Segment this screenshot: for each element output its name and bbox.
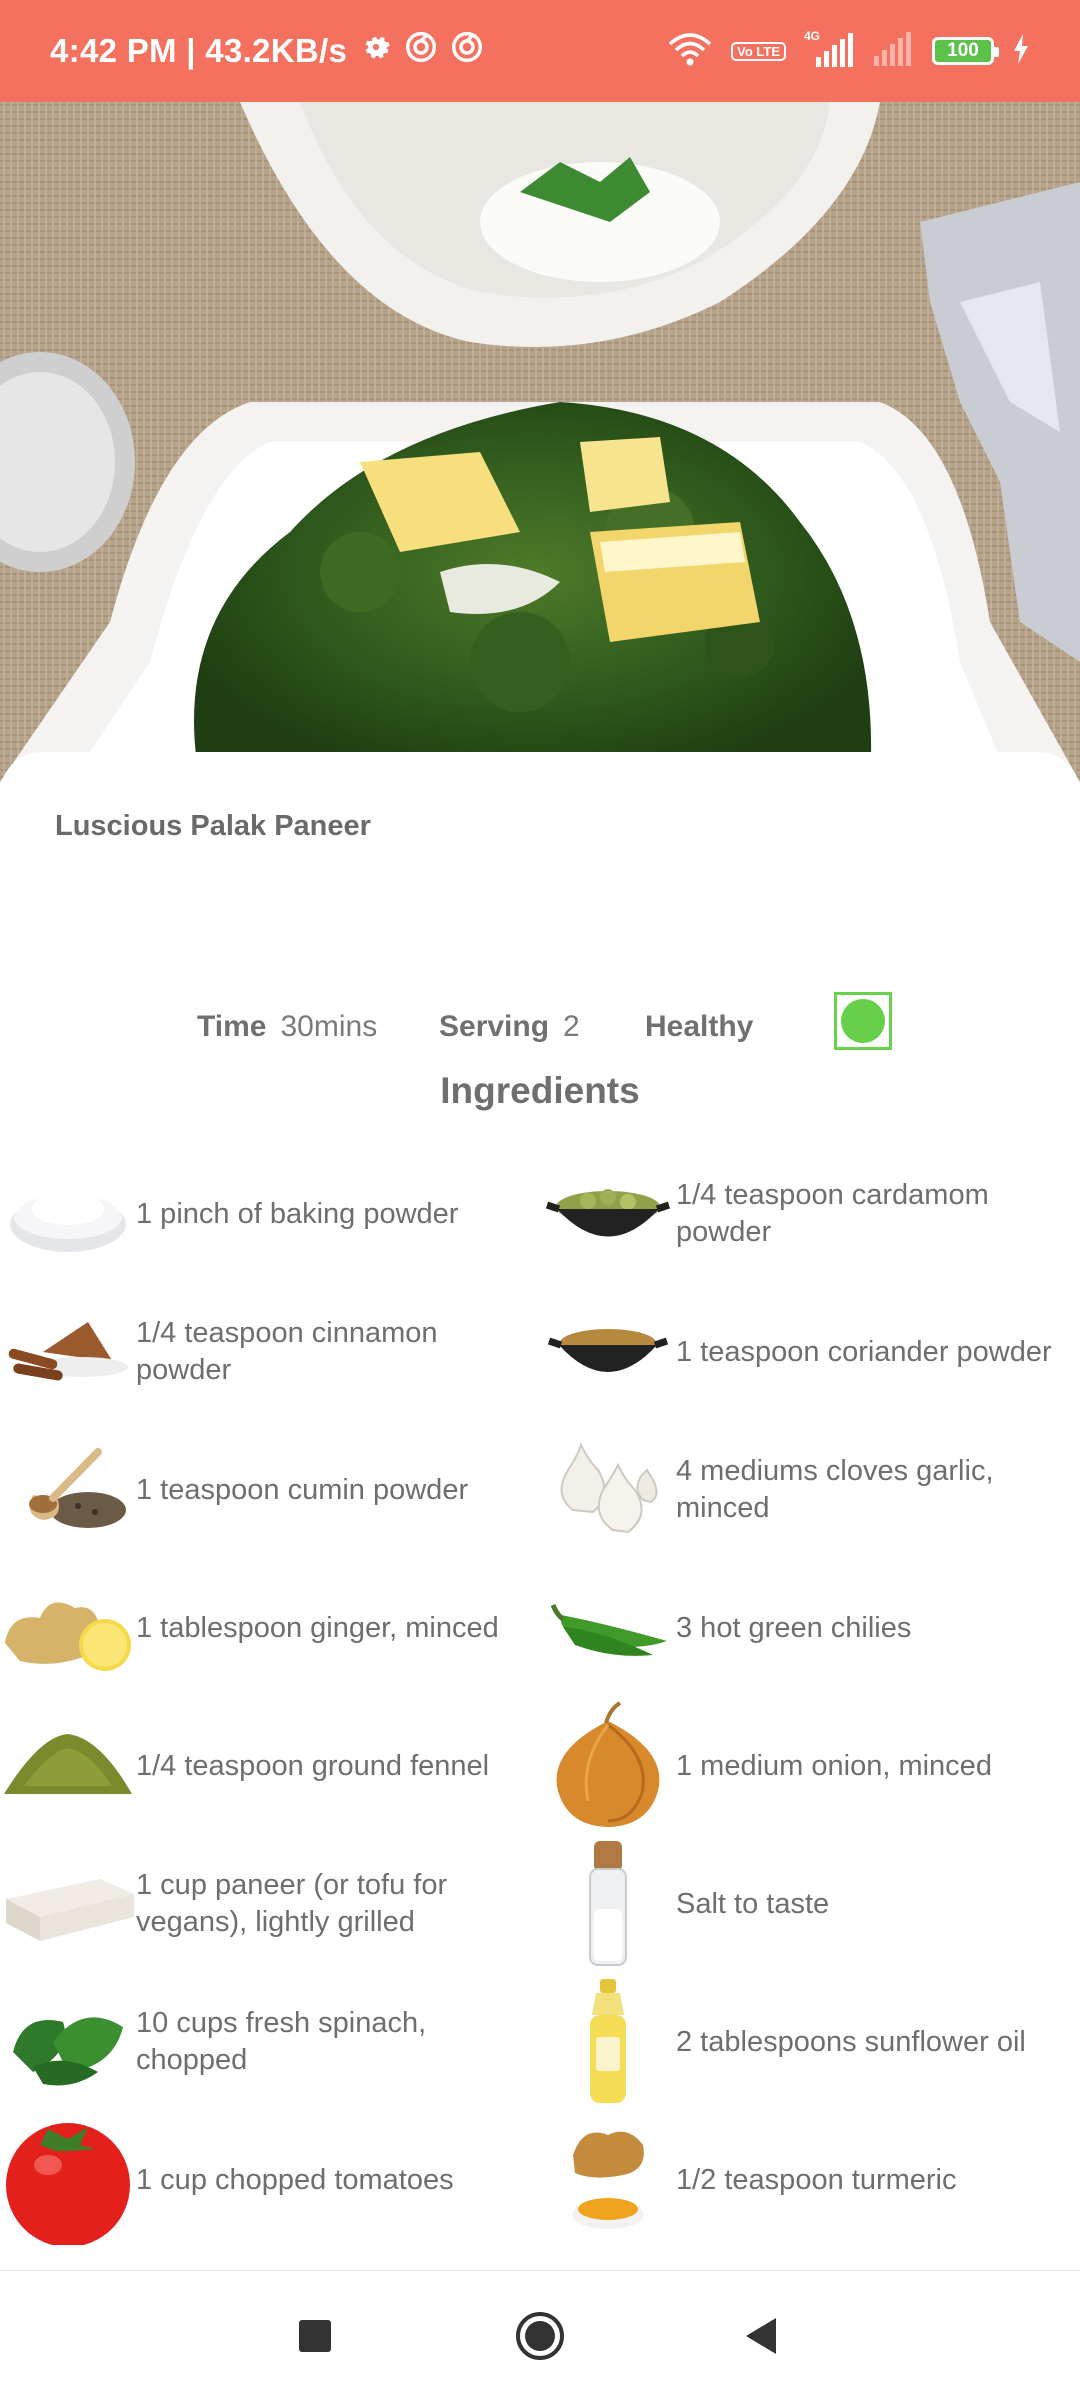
- ingredient-item: 1 cup paneer (or tofu for vegans), light…: [0, 1835, 540, 1973]
- ingredient-item-partial: [0, 2249, 540, 2270]
- status-bar: 4:42 PM | 43.2KB/s Vo LTE 4G 100: [0, 0, 1080, 102]
- ingredient-item: Salt to taste: [540, 1835, 1080, 1973]
- recipe-hero-image: [0, 102, 1080, 782]
- ingredient-text: 1/4 teaspoon cardamom powder: [676, 1179, 989, 1248]
- green-chili-icon: [540, 1559, 676, 1697]
- cardamom-icon: [540, 1145, 676, 1283]
- recents-icon: [299, 2320, 331, 2352]
- diet-label: Healthy: [645, 1010, 754, 1043]
- ingredient-text: 1 cup paneer (or tofu for vegans), light…: [136, 1869, 448, 1938]
- ingredient-item: 3 hot green chilies: [540, 1559, 1080, 1697]
- turmeric-icon: [540, 2111, 676, 2249]
- ingredient-item: 1/4 teaspoon cardamom powder: [540, 1145, 1080, 1283]
- ingredient-text: 3 hot green chilies: [676, 1611, 912, 1644]
- serving-label: Serving: [439, 1010, 550, 1043]
- serving-value: 2: [563, 1010, 580, 1043]
- diet-info: Healthy: [645, 992, 753, 1062]
- time-value: 30mins: [280, 1010, 378, 1043]
- ingredient-text: 1 teaspoon cumin powder: [136, 1473, 469, 1506]
- ingredient-item: 1/2 teaspoon turmeric: [540, 2111, 1080, 2249]
- ingredient-item: 1 cup chopped tomatoes: [0, 2111, 540, 2249]
- home-button[interactable]: [485, 2271, 595, 2401]
- ingredient-text: 1/4 teaspoon cinnamon powder: [136, 1317, 438, 1386]
- salt-icon: [540, 1835, 676, 1973]
- ingredient-item: 1 medium onion, minced: [540, 1697, 1080, 1835]
- oil-icon: [540, 1973, 676, 2111]
- ingredient-text: 1 medium onion, minced: [676, 1749, 992, 1782]
- signal-icon: 4G: [804, 29, 854, 69]
- garlic-icon: [540, 1421, 676, 1559]
- back-button[interactable]: [706, 2271, 816, 2401]
- battery-level: 100: [947, 40, 979, 61]
- recipe-meta: Time 30mins Serving 2 Healthy: [0, 992, 1080, 1062]
- coriander-icon: [540, 1283, 676, 1421]
- battery-icon: 100: [932, 37, 999, 65]
- fennel-icon: [0, 1697, 136, 1835]
- ingredient-text: 4 mediums cloves garlic, minced: [676, 1455, 994, 1524]
- ingredient-item: 1/4 teaspoon cinnamon powder: [0, 1283, 540, 1421]
- serving-info: Serving 2: [439, 992, 580, 1062]
- ginger-icon: [0, 1559, 136, 1697]
- ingredient-item: 1 pinch of baking powder: [0, 1145, 540, 1283]
- veg-indicator-dot: [841, 999, 885, 1043]
- milk-jug-icon: [0, 2249, 136, 2270]
- recipe-title: Luscious Palak Paneer: [55, 810, 371, 842]
- settings-icon: [361, 32, 391, 70]
- vpn-icon: [405, 31, 437, 71]
- baking-powder-icon: [0, 1145, 136, 1283]
- volte-badge: Vo LTE: [731, 41, 786, 61]
- ingredient-text: 1 tablespoon ginger, minced: [136, 1611, 499, 1644]
- status-time: 4:42 PM | 43.2KB/s: [50, 32, 348, 69]
- recipe-details-card: Luscious Palak Paneer Time 30mins Servin…: [0, 752, 1080, 2270]
- cinnamon-icon: [0, 1283, 136, 1421]
- ingredient-item: 1/4 teaspoon ground fennel: [0, 1697, 540, 1835]
- home-icon: [516, 2312, 564, 2360]
- ingredient-item: 10 cups fresh spinach, chopped: [0, 1973, 540, 2111]
- ingredient-text: Salt to taste: [676, 1887, 830, 1920]
- ingredient-item: 1 teaspoon cumin powder: [0, 1421, 540, 1559]
- navigation-bar: [0, 2270, 1080, 2401]
- wifi-icon: [667, 32, 713, 71]
- vpn-icon: [451, 31, 483, 71]
- ingredient-text: 1 teaspoon coriander powder: [676, 1335, 1052, 1368]
- spinach-icon: [0, 1973, 136, 2111]
- ingredient-item: 1 teaspoon coriander powder: [540, 1283, 1080, 1421]
- ingredient-item: 1 tablespoon ginger, minced: [0, 1559, 540, 1697]
- charging-icon: [1012, 33, 1030, 69]
- onion-icon: [540, 1697, 676, 1835]
- ingredient-text: 10 cups fresh spinach, chopped: [136, 2007, 427, 2076]
- ingredient-text: 1 cup chopped tomatoes: [136, 2163, 454, 2196]
- ingredient-item: 4 mediums cloves garlic, minced: [540, 1421, 1080, 1559]
- time-label: Time: [197, 1010, 267, 1043]
- veg-indicator-icon: [834, 992, 892, 1050]
- cumin-icon: [0, 1421, 136, 1559]
- signal-icon: [872, 31, 914, 71]
- recents-button[interactable]: [260, 2271, 370, 2401]
- ingredient-text: 2 tablespoons sunflower oil: [676, 2025, 1026, 2058]
- ingredient-item: 2 tablespoons sunflower oil: [540, 1973, 1080, 2111]
- ingredient-text: 1/4 teaspoon ground fennel: [136, 1749, 490, 1782]
- paneer-icon: [0, 1835, 136, 1973]
- time-info: Time 30mins: [197, 992, 377, 1062]
- back-icon: [746, 2318, 776, 2354]
- ingredients-heading: Ingredients: [440, 1070, 640, 1111]
- tomato-icon: [0, 2111, 136, 2249]
- ingredient-text: 1/2 teaspoon turmeric: [676, 2163, 957, 2196]
- ingredient-text: 1 pinch of baking powder: [136, 1197, 459, 1230]
